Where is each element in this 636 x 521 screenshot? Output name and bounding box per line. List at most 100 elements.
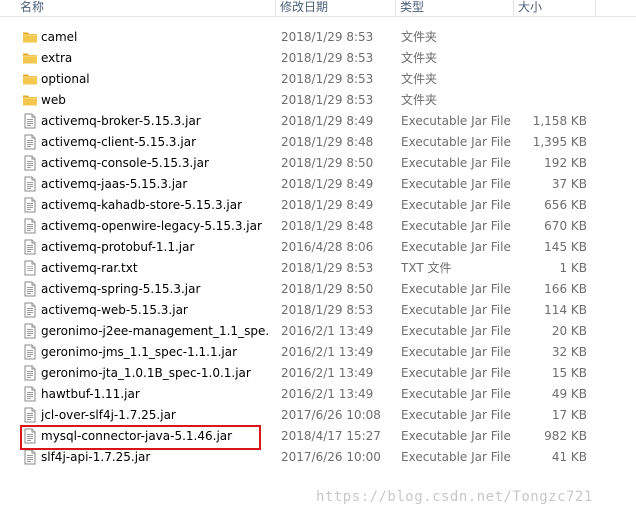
file-size: 145 KB [544, 240, 587, 254]
file-size: 1,395 KB [532, 135, 587, 149]
file-name: jcl-over-slf4j-1.7.25.jar [41, 408, 176, 422]
file-date: 2016/2/1 13:49 [281, 366, 374, 380]
jar-file-icon [22, 216, 38, 237]
file-row[interactable]: web 2018/1/29 8:53 文件夹 [0, 90, 636, 111]
file-name: activemq-web-5.15.3.jar [41, 303, 188, 317]
file-type: Executable Jar File [401, 324, 511, 338]
jar-file-icon [24, 239, 36, 255]
file-size [515, 69, 587, 90]
column-header-size[interactable]: 大小 [513, 0, 595, 17]
file-row[interactable]: geronimo-j2ee-management_1.1_spe... 2016/… [0, 321, 636, 342]
file-date: 2016/2/1 13:49 [281, 324, 374, 338]
file-size: 166 KB [544, 282, 587, 296]
jar-file-icon [22, 363, 38, 384]
jar-file-icon [24, 344, 36, 360]
file-row[interactable]: activemq-web-5.15.3.jar 2018/1/29 8:53 Exe… [0, 300, 636, 321]
folder-icon [22, 27, 38, 48]
file-size: 37 KB [551, 177, 587, 191]
jar-file-icon [22, 447, 38, 468]
column-header-date[interactable]: 修改日期 [275, 0, 395, 17]
file-size [515, 48, 587, 69]
file-size [515, 27, 587, 48]
file-name: activemq-openwire-legacy-5.15.3.jar [41, 219, 262, 233]
jar-file-icon [22, 384, 38, 405]
file-row[interactable]: geronimo-jta_1.0.1B_spec-1.0.1.jar 2016/2… [0, 363, 636, 384]
file-date: 2018/1/29 8:53 [281, 303, 374, 317]
file-type: Executable Jar File [401, 387, 511, 401]
file-row[interactable]: mysql-connector-java-5.1.46.jar 2018/4/17… [0, 426, 636, 447]
file-date: 2017/6/26 10:00 [281, 450, 381, 464]
jar-file-icon [24, 386, 36, 402]
file-type: Executable Jar File [401, 219, 511, 233]
file-date: 2018/1/29 8:48 [281, 135, 374, 149]
column-header-bar: 名称 修改日期 类型 大小 [0, 0, 636, 17]
file-type: Executable Jar File [401, 345, 511, 359]
folder-icon [23, 95, 37, 106]
file-row[interactable]: activemq-rar.txt 2018/1/29 8:53 TXT 文件 1 KB [0, 258, 636, 279]
column-header-type[interactable]: 类型 [395, 0, 513, 17]
jar-file-icon [22, 279, 38, 300]
file-date: 2016/2/1 13:49 [281, 345, 374, 359]
jar-file-icon [22, 321, 38, 342]
jar-file-icon [22, 426, 38, 447]
file-type: Executable Jar File [401, 366, 511, 380]
file-row[interactable]: activemq-broker-5.15.3.jar 2018/1/29 8:49… [0, 111, 636, 132]
jar-file-icon [24, 449, 36, 465]
file-row[interactable]: slf4j-api-1.7.25.jar 2017/6/26 10:00 Execu… [0, 447, 636, 468]
file-row[interactable]: activemq-protobuf-1.1.jar 2016/4/28 8:06 E… [0, 237, 636, 258]
file-row[interactable]: activemq-openwire-legacy-5.15.3.jar 2018/… [0, 216, 636, 237]
file-row[interactable]: extra 2018/1/29 8:53 文件夹 [0, 48, 636, 69]
jar-file-icon [22, 111, 38, 132]
file-type: 文件夹 [401, 93, 438, 107]
file-name: activemq-protobuf-1.1.jar [41, 240, 195, 254]
file-type: Executable Jar File [401, 408, 511, 422]
file-type: Executable Jar File [401, 303, 511, 317]
file-name: hawtbuf-1.11.jar [41, 387, 140, 401]
jar-file-icon [24, 218, 36, 234]
file-name: slf4j-api-1.7.25.jar [41, 450, 151, 464]
file-row[interactable]: activemq-spring-5.15.3.jar 2018/1/29 8:50… [0, 279, 636, 300]
file-row[interactable]: camel 2018/1/29 8:53 文件夹 [0, 27, 636, 48]
file-date: 2018/1/29 8:53 [281, 30, 374, 44]
file-row[interactable]: optional 2018/1/29 8:53 文件夹 [0, 69, 636, 90]
file-date: 2016/4/28 8:06 [281, 240, 374, 254]
file-row[interactable]: activemq-client-5.15.3.jar 2018/1/29 8:48… [0, 132, 636, 153]
file-date: 2017/6/26 10:08 [281, 408, 381, 422]
file-size: 32 KB [551, 345, 587, 359]
file-name: activemq-spring-5.15.3.jar [41, 282, 201, 296]
file-name: activemq-console-5.15.3.jar [41, 156, 209, 170]
file-name: activemq-kahadb-store-5.15.3.jar [41, 198, 243, 212]
file-type: Executable Jar File [401, 198, 511, 212]
file-row[interactable]: activemq-kahadb-store-5.15.3.jar 2018/1/2… [0, 195, 636, 216]
file-type: Executable Jar File [401, 450, 511, 464]
file-size: 17 KB [551, 408, 587, 422]
file-name: geronimo-j2ee-management_1.1_spe... [41, 324, 269, 338]
column-header-spacer [595, 0, 636, 17]
file-type: 文件夹 [401, 30, 438, 44]
jar-file-icon [22, 300, 38, 321]
file-row[interactable]: jcl-over-slf4j-1.7.25.jar 2017/6/26 10:08… [0, 405, 636, 426]
jar-file-icon [22, 174, 38, 195]
column-header-name[interactable]: 名称 [0, 0, 275, 17]
file-date: 2018/1/29 8:49 [281, 114, 374, 128]
file-name: geronimo-jms_1.1_spec-1.1.1.jar [41, 345, 238, 359]
file-size: 1,158 KB [532, 114, 587, 128]
file-type: TXT 文件 [401, 261, 452, 275]
file-row[interactable]: activemq-jaas-5.15.3.jar 2018/1/29 8:49 Ex… [0, 174, 636, 195]
folder-icon [22, 69, 38, 90]
file-type: 文件夹 [401, 51, 438, 65]
folder-icon [22, 48, 38, 69]
file-type: Executable Jar File [401, 114, 511, 128]
file-size: 15 KB [551, 366, 587, 380]
file-size: 982 KB [544, 429, 587, 443]
file-name: geronimo-jta_1.0.1B_spec-1.0.1.jar [41, 366, 251, 380]
jar-file-icon [24, 365, 36, 381]
jar-file-icon [24, 323, 36, 339]
file-type: Executable Jar File [401, 156, 511, 170]
file-size: 656 KB [544, 198, 587, 212]
file-row[interactable]: activemq-console-5.15.3.jar 2018/1/29 8:5… [0, 153, 636, 174]
file-row[interactable]: hawtbuf-1.11.jar 2016/2/1 13:49 Executable… [0, 384, 636, 405]
file-row[interactable]: geronimo-jms_1.1_spec-1.1.1.jar 2016/2/1 … [0, 342, 636, 363]
jar-file-icon [24, 302, 36, 318]
file-name: mysql-connector-java-5.1.46.jar [41, 429, 233, 443]
